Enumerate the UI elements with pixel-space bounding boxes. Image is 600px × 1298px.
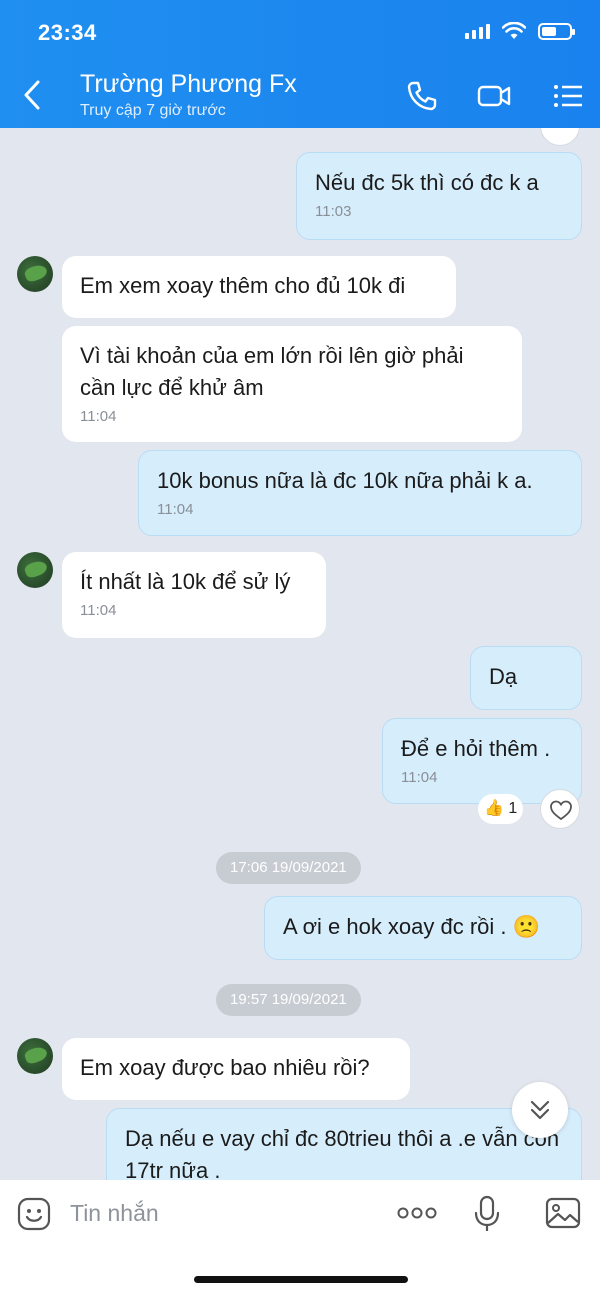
signal-icon	[465, 23, 490, 39]
message-text: Dạ nếu e vay chỉ đc 80trieu thôi a .e vẫ…	[125, 1126, 560, 1180]
message-bubble-outgoing[interactable]: A ơi e hok xoay đc rồi . 🙁	[264, 896, 582, 960]
reaction-badge[interactable]: 👍 1	[478, 794, 524, 824]
message-text: Em xem xoay thêm cho đủ 10k đi	[80, 273, 406, 298]
phone-icon[interactable]	[404, 78, 440, 114]
last-seen-status: Truy cập 7 giờ trước	[80, 102, 226, 119]
image-gallery-icon[interactable]	[544, 1196, 582, 1230]
message-bubble-outgoing[interactable]: 10k bonus nữa là đc 10k nữa phải k a. 11…	[138, 450, 582, 536]
message-bubble-incoming[interactable]: Em xem xoay thêm cho đủ 10k đi	[62, 256, 456, 318]
message-time: 11:03	[315, 203, 352, 220]
message-text: Nếu đc 5k thì có đc k a	[315, 170, 539, 195]
status-icons	[465, 22, 575, 40]
date-divider: 17:06 19/09/2021	[216, 852, 361, 884]
message-text: Em xoay được bao nhiêu rồi?	[80, 1055, 370, 1080]
contact-avatar[interactable]	[17, 552, 53, 588]
more-options-icon[interactable]	[396, 1206, 438, 1220]
heart-icon	[550, 800, 572, 821]
contact-avatar[interactable]	[17, 1038, 53, 1074]
thumbs-up-icon: 👍	[484, 800, 504, 817]
message-text: Vì tài khoản của em lớn rồi lên giờ phải…	[80, 343, 464, 400]
home-indicator	[194, 1276, 408, 1283]
message-bubble-incoming[interactable]: Vì tài khoản của em lớn rồi lên giờ phải…	[62, 326, 522, 442]
message-time: 11:04	[401, 769, 438, 786]
menu-list-icon[interactable]	[550, 78, 586, 114]
message-bubble-incoming[interactable]: Em xoay được bao nhiêu rồi?	[62, 1038, 410, 1100]
message-bubble-incoming[interactable]: Ít nhất là 10k để sử lý 11:04	[62, 552, 326, 638]
back-icon[interactable]	[18, 78, 48, 112]
message-list[interactable]: Nếu đc 5k thì có đc k a 11:03 Em xem xoa…	[0, 128, 600, 1180]
status-time: 23:34	[38, 20, 97, 45]
message-text: 10k bonus nữa là đc 10k nữa phải k a.	[157, 468, 533, 493]
contact-avatar[interactable]	[17, 256, 53, 292]
message-text: A ơi e hok xoay đc rồi .	[283, 914, 507, 939]
message-bubble-outgoing[interactable]: Nếu đc 5k thì có đc k a 11:03	[296, 152, 582, 240]
contact-name[interactable]: Trường Phương Fx	[80, 70, 297, 99]
microphone-icon[interactable]	[472, 1194, 502, 1234]
chat-header: 23:34 Trường Phương Fx Truy cập 7 giờ tr…	[0, 0, 600, 128]
message-time: 11:04	[80, 408, 117, 425]
message-text: Dạ	[489, 664, 518, 689]
double-chevron-down-icon	[530, 1100, 550, 1120]
message-input[interactable]: Tin nhắn	[70, 1200, 159, 1227]
message-bubble-outgoing[interactable]: Dạ nếu e vay chỉ đc 80trieu thôi a .e vẫ…	[106, 1108, 582, 1180]
sad-face-icon: 🙁	[512, 914, 541, 939]
wifi-icon	[502, 22, 526, 39]
video-call-icon[interactable]	[476, 78, 512, 114]
heart-reaction-button[interactable]	[540, 789, 580, 829]
message-time: 11:04	[157, 501, 194, 518]
date-divider: 19:57 19/09/2021	[216, 984, 361, 1016]
sticker-icon[interactable]	[16, 1196, 52, 1232]
battery-icon	[538, 22, 575, 40]
message-text: Ít nhất là 10k để sử lý	[80, 569, 291, 594]
heart-reaction-button[interactable]	[540, 128, 580, 146]
message-bubble-outgoing[interactable]: Dạ	[470, 646, 582, 710]
message-text: Để e hỏi thêm .	[401, 736, 551, 761]
reaction-count: 1	[508, 800, 518, 817]
message-time: 11:04	[80, 602, 117, 619]
scroll-to-bottom-button[interactable]	[512, 1082, 568, 1138]
